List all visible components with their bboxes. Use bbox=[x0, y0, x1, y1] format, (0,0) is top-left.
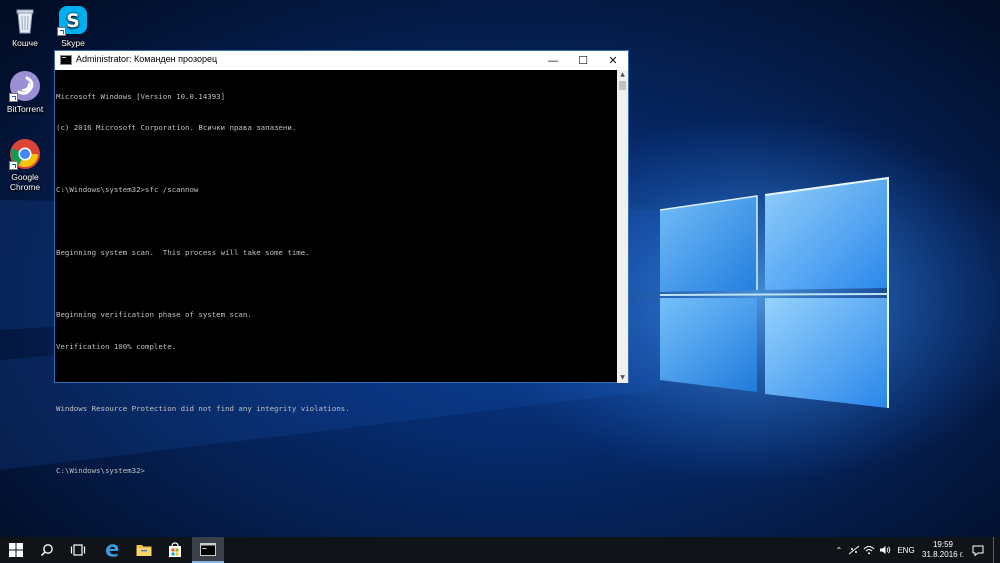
scroll-up-arrow-icon[interactable]: ▲ bbox=[617, 70, 628, 80]
desktop-icon-label: Кошче bbox=[12, 38, 38, 48]
folder-icon bbox=[136, 545, 152, 556]
task-view-button[interactable] bbox=[62, 537, 94, 563]
shortcut-arrow-icon bbox=[9, 93, 18, 102]
maximize-button[interactable]: ☐ bbox=[568, 51, 598, 70]
console-icon bbox=[60, 55, 72, 65]
clock-time: 19:59 bbox=[932, 540, 954, 549]
desktop-icon-label: Skype bbox=[61, 38, 85, 48]
console-line: Beginning verification phase of system s… bbox=[56, 310, 252, 320]
desktop-icon-recycle-bin[interactable]: Кошче bbox=[0, 4, 50, 48]
store-button[interactable] bbox=[159, 537, 191, 563]
edge-button[interactable] bbox=[96, 537, 128, 563]
edge-icon bbox=[106, 544, 119, 557]
minimize-button[interactable]: — bbox=[538, 51, 568, 70]
show-hidden-icons-button[interactable]: ⌃ bbox=[832, 537, 846, 563]
search-icon bbox=[40, 544, 53, 557]
console-icon bbox=[200, 542, 216, 556]
svg-text:S: S bbox=[66, 10, 80, 32]
console-prompt-line: C:\Windows\system32> bbox=[56, 466, 145, 476]
clock[interactable]: 19:59 31.8.2016 г. bbox=[918, 540, 968, 560]
clock-date: 31.8.2016 г. bbox=[922, 550, 964, 559]
taskbar: ⌃ ENG 19:59 31.8.2016 г. bbox=[0, 537, 1000, 563]
console-output[interactable]: Microsoft Windows [Version 10.0.14393] (… bbox=[55, 70, 617, 476]
desktop-icon-skype[interactable]: S Skype bbox=[48, 4, 98, 48]
desktop-icon-label: Google Chrome bbox=[9, 172, 41, 192]
skype-icon: S bbox=[57, 4, 89, 36]
desktop-icon-label: BitTorrent bbox=[6, 104, 44, 114]
scroll-down-arrow-icon[interactable]: ▼ bbox=[617, 373, 628, 383]
show-desktop-button[interactable] bbox=[993, 537, 994, 563]
input-language-button[interactable]: ENG bbox=[894, 537, 918, 563]
desktop-icon-bittorrent[interactable]: BitTorrent bbox=[0, 70, 50, 114]
vertical-scrollbar[interactable]: ▲ ▼ bbox=[617, 70, 628, 383]
speaker-icon bbox=[880, 546, 891, 554]
action-center-button[interactable] bbox=[968, 537, 988, 563]
chevron-up-icon: ⌃ bbox=[835, 545, 843, 555]
search-button[interactable] bbox=[31, 537, 63, 563]
scrollbar-thumb[interactable] bbox=[619, 81, 626, 90]
command-prompt-window[interactable]: Administrator: Команден прозорец — ☐ ✕ M… bbox=[54, 50, 629, 476]
store-icon bbox=[169, 542, 181, 557]
people-tray-button[interactable] bbox=[847, 537, 861, 563]
file-explorer-button[interactable] bbox=[128, 537, 160, 563]
console-line: Beginning system scan. This process will… bbox=[56, 247, 310, 257]
console-line: (c) 2016 Microsoft Corporation. Всички п… bbox=[56, 123, 297, 133]
console-line: Windows Resource Protection did not find… bbox=[56, 404, 350, 413]
start-button[interactable] bbox=[0, 537, 32, 563]
close-button[interactable]: ✕ bbox=[598, 51, 628, 70]
notification-icon bbox=[972, 545, 984, 556]
command-prompt-button[interactable] bbox=[192, 537, 224, 563]
bittorrent-icon bbox=[9, 70, 41, 102]
wifi-tray-button[interactable] bbox=[862, 537, 876, 563]
console-line: Verification 100% complete. bbox=[56, 341, 177, 351]
network-status-icon bbox=[848, 545, 860, 555]
console-line: Microsoft Windows [Version 10.0.14393] bbox=[56, 91, 226, 101]
window-titlebar[interactable]: Administrator: Команден прозорец — ☐ ✕ bbox=[55, 51, 628, 70]
desktop-icon-chrome[interactable]: Google Chrome bbox=[0, 138, 50, 192]
console-line: C:\Windows\system32>sfc /scannow bbox=[56, 185, 199, 195]
chrome-icon bbox=[9, 138, 41, 170]
shortcut-arrow-icon bbox=[57, 27, 66, 36]
recycle-bin-icon bbox=[9, 4, 41, 36]
shortcut-arrow-icon bbox=[9, 161, 18, 170]
volume-tray-button[interactable] bbox=[878, 537, 892, 563]
wifi-icon bbox=[863, 546, 875, 555]
task-view-icon bbox=[70, 544, 86, 556]
window-title: Administrator: Команден прозорец bbox=[76, 54, 218, 64]
windows-logo-icon bbox=[9, 543, 23, 557]
